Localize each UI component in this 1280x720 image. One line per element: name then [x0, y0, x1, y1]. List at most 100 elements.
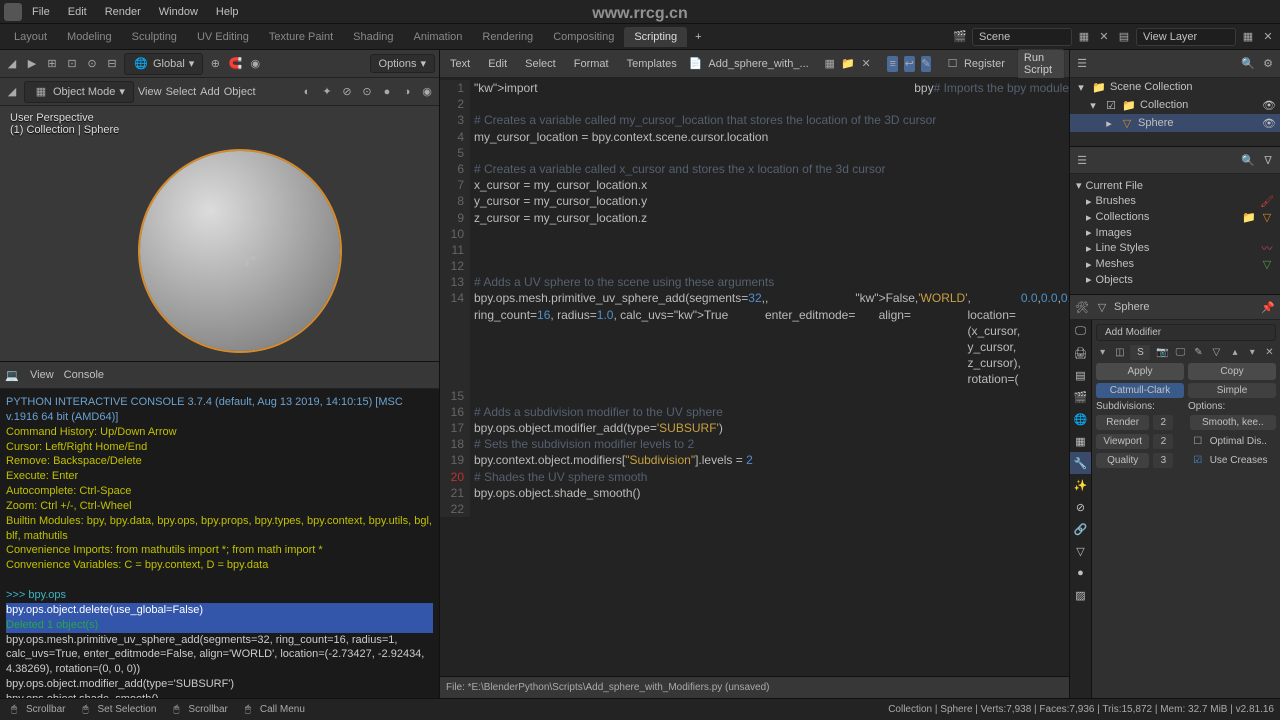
xray-icon[interactable]: ⊘	[339, 84, 355, 100]
prop-tab-scene[interactable]: 🎬	[1070, 386, 1091, 408]
tab-layout[interactable]: Layout	[4, 27, 57, 47]
prop-tab-particles[interactable]: ✨	[1070, 474, 1091, 496]
creases-checkbox[interactable]: ☑	[1190, 452, 1206, 468]
modifier-collapse-icon[interactable]: ▾	[1096, 344, 1109, 360]
outliner-tree[interactable]: ▾📁Scene Collection ▾☑📁Collection👁 ▸▽Sphe…	[1070, 78, 1280, 146]
render-value[interactable]: 2	[1153, 415, 1173, 430]
options-dropdown[interactable]: Options ▾	[370, 54, 435, 73]
mod-delete-icon[interactable]: ✕	[1263, 344, 1276, 360]
optimal-checkbox[interactable]: ☐	[1190, 433, 1206, 449]
overlay-icon[interactable]: ◐	[299, 84, 315, 100]
linenum-toggle-icon[interactable]: ≡	[887, 56, 898, 72]
text-filename-field[interactable]: Add_sphere_with_...	[708, 58, 818, 70]
shading-rendered-icon[interactable]: ◉	[419, 84, 435, 100]
txt-text-menu[interactable]: Text	[444, 55, 476, 73]
tab-texturepaint[interactable]: Texture Paint	[259, 27, 343, 47]
sphere-outliner-row[interactable]: ▸▽Sphere👁	[1070, 114, 1280, 132]
add-modifier-dropdown[interactable]: Add Modifier	[1096, 324, 1276, 341]
menu-window[interactable]: Window	[151, 3, 206, 21]
console-view-menu[interactable]: View	[30, 369, 54, 381]
shading-solid-icon[interactable]: ●	[379, 84, 395, 100]
prop-tab-viewlayer[interactable]: ▤	[1070, 364, 1091, 386]
unlink-text-icon[interactable]: ✕	[861, 56, 872, 72]
brushes-row[interactable]: ▸ Brushes🖌	[1074, 193, 1276, 209]
shading-wire-icon[interactable]: ⊙	[359, 84, 375, 100]
menu-edit[interactable]: Edit	[60, 3, 95, 21]
snap-edge-icon[interactable]: ⊡	[64, 56, 80, 72]
outliner-editor-icon[interactable]: ☰	[1074, 56, 1090, 72]
prop-tab-render[interactable]: 🖵	[1070, 320, 1091, 342]
outliner-data-tree[interactable]: ▾ Current File ▸ Brushes🖌 ▸ Collections📁…	[1070, 174, 1280, 294]
add-workspace-button[interactable]: +	[687, 27, 709, 47]
meshes-row[interactable]: ▸ Meshes▽	[1074, 256, 1276, 272]
tab-rendering[interactable]: Rendering	[472, 27, 543, 47]
snap-face-icon[interactable]: ⊟	[104, 56, 120, 72]
mod-moveup-icon[interactable]: ▴	[1228, 344, 1241, 360]
eye-icon[interactable]: 👁	[1262, 98, 1276, 112]
mode-dropdown[interactable]: ▦Object Mode ▾	[24, 81, 134, 103]
tab-shading[interactable]: Shading	[343, 27, 403, 47]
outliner2-search-icon[interactable]: 🔍	[1240, 152, 1256, 168]
scene-field[interactable]: Scene	[972, 28, 1072, 46]
images-row[interactable]: ▸ Images	[1074, 225, 1276, 240]
scene-icon[interactable]: 🎬	[952, 29, 968, 45]
console-prompt[interactable]: >>> bpy.ops	[6, 588, 433, 603]
quality-value[interactable]: 3	[1153, 453, 1173, 468]
viewlayer-icon[interactable]: ▤	[1116, 29, 1132, 45]
menu-render[interactable]: Render	[97, 3, 149, 21]
txt-templates-menu[interactable]: Templates	[621, 55, 683, 73]
outliner-filter-icon[interactable]: ⚙	[1260, 56, 1276, 72]
blender-logo-icon[interactable]	[4, 3, 22, 21]
console-editor-icon[interactable]: 💻	[4, 367, 20, 383]
prop-tab-object[interactable]: ▦	[1070, 430, 1091, 452]
cursor-tool-icon[interactable]: ▶	[24, 56, 40, 72]
tab-scripting[interactable]: Scripting	[624, 27, 687, 47]
simple-button[interactable]: Simple	[1188, 383, 1276, 398]
uv-smooth-dropdown[interactable]: Smooth, kee..	[1190, 415, 1276, 430]
current-file-row[interactable]: ▾ Current File	[1074, 178, 1276, 193]
new-text-icon[interactable]: ▦	[824, 56, 835, 72]
snap-vert-icon[interactable]: ⊙	[84, 56, 100, 72]
prop-tab-constraint[interactable]: 🔗	[1070, 518, 1091, 540]
orientation-dropdown[interactable]: 🌐Global▾	[124, 53, 203, 75]
register-checkbox[interactable]: ☐	[947, 56, 958, 72]
tab-compositing[interactable]: Compositing	[543, 27, 624, 47]
editor-corner-icon[interactable]: ◢	[4, 84, 20, 100]
objects-row[interactable]: ▸ Objects	[1074, 272, 1276, 287]
outliner2-editor-icon[interactable]: ☰	[1074, 152, 1090, 168]
prop-tab-physics[interactable]: ⊘	[1070, 496, 1091, 518]
tab-modeling[interactable]: Modeling	[57, 27, 122, 47]
vp-select-menu[interactable]: Select	[166, 86, 197, 98]
vp-object-menu[interactable]: Object	[224, 86, 256, 98]
prop-tab-world[interactable]: 🌐	[1070, 408, 1091, 430]
pivot-icon[interactable]: ⊕	[207, 56, 223, 72]
viewlayer-field[interactable]: View Layer	[1136, 28, 1236, 46]
snap-grid-icon[interactable]: ⊞	[44, 56, 60, 72]
scene-collection-row[interactable]: ▾📁Scene Collection	[1070, 78, 1280, 96]
catmull-button[interactable]: Catmull-Clark	[1096, 383, 1184, 398]
gizmo-icon[interactable]: ✦	[319, 84, 335, 100]
prop-tab-output[interactable]: 🖨	[1070, 342, 1091, 364]
wrap-toggle-icon[interactable]: ↩	[904, 56, 915, 72]
collection-row[interactable]: ▾☑📁Collection👁	[1070, 96, 1280, 114]
txt-format-menu[interactable]: Format	[568, 55, 615, 73]
mod-realtime-icon[interactable]: 🖵	[1172, 344, 1188, 360]
open-text-icon[interactable]: 📁	[841, 56, 855, 72]
syntax-toggle-icon[interactable]: ✎	[921, 56, 932, 72]
prop-tab-modifiers[interactable]: 🔧	[1070, 452, 1091, 474]
copy-button[interactable]: Copy	[1188, 363, 1276, 380]
mod-movedown-icon[interactable]: ▾	[1246, 344, 1259, 360]
tab-animation[interactable]: Animation	[404, 27, 473, 47]
collections-row[interactable]: ▸ Collections📁▽	[1074, 209, 1276, 225]
prop-edit-icon[interactable]: ◉	[247, 56, 263, 72]
mod-edit-icon[interactable]: ✎	[1190, 344, 1206, 360]
prop-editor-icon[interactable]: 🛠	[1074, 299, 1090, 315]
eye-icon[interactable]: 👁	[1262, 116, 1276, 130]
menu-file[interactable]: File	[24, 3, 58, 21]
vp-add-menu[interactable]: Add	[200, 86, 220, 98]
prop-tab-material[interactable]: ●	[1070, 562, 1091, 584]
run-script-button[interactable]: Run Script	[1017, 49, 1065, 79]
txt-edit-menu[interactable]: Edit	[482, 55, 513, 73]
tab-sculpting[interactable]: Sculpting	[122, 27, 187, 47]
text-editor-body[interactable]: 1"kw">import bpy # Imports the bpy modul…	[440, 78, 1069, 676]
